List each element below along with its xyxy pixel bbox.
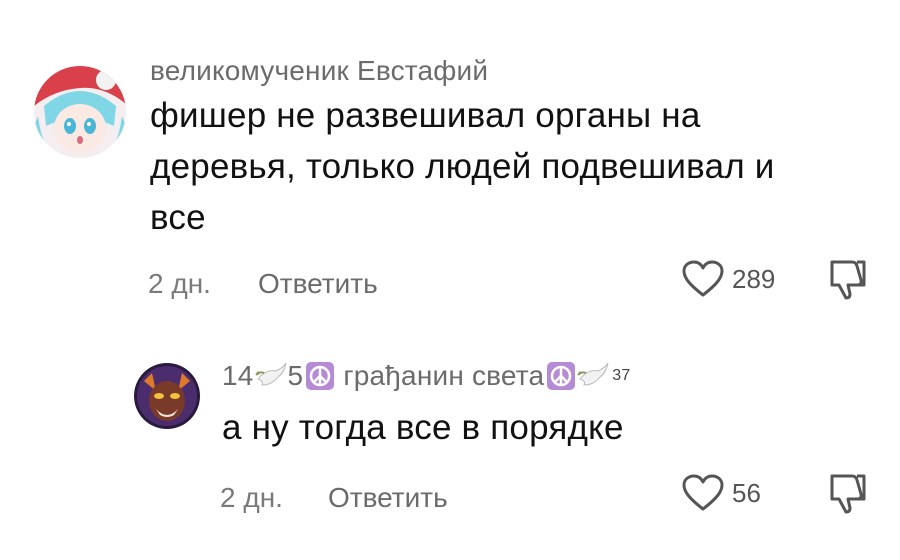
avatar[interactable] (34, 66, 126, 158)
heart-outline-icon (682, 474, 724, 511)
comment-author[interactable]: великомученик Евстафий (150, 55, 488, 87)
like-button[interactable]: 289 (682, 260, 775, 298)
comment-text-line: деревья, только людей подвешивал и (150, 147, 775, 186)
thumbs-down-icon (830, 474, 866, 514)
author-name: грађанин света (343, 360, 545, 391)
dove-icon (254, 362, 287, 386)
reply-button[interactable]: Ответить (328, 482, 448, 514)
demon-avatar-image (134, 363, 200, 429)
like-button[interactable]: 56 (682, 474, 761, 512)
dislike-button[interactable] (828, 472, 868, 519)
author-superscript: 37 (612, 367, 631, 384)
thumbs-down-icon (830, 260, 866, 300)
author-prefix-number: 5 (287, 360, 304, 391)
comment-text-line: фишер не развешивал органы на (150, 96, 701, 135)
dove-icon (577, 362, 609, 386)
avatar[interactable] (134, 363, 200, 429)
comment-text: фишер не развешивал органы на деревья, т… (150, 90, 870, 243)
author-prefix-number: 14 (222, 360, 254, 391)
reply-timestamp: 2 дн. (220, 482, 283, 513)
peace-symbol-icon (547, 362, 576, 390)
like-count: 56 (732, 477, 761, 508)
dislike-button[interactable] (828, 258, 868, 305)
reply-button[interactable]: Ответить (258, 268, 378, 300)
anime-avatar-image (34, 66, 126, 158)
comment-text-line: все (150, 198, 206, 237)
peace-symbol-icon (306, 362, 335, 390)
reply-author[interactable]: 14 5 грађанин света 37 (222, 360, 630, 392)
comment-timestamp: 2 дн. (148, 268, 211, 299)
reply-text: а ну тогда все в порядке (222, 408, 624, 447)
like-count: 289 (732, 263, 776, 294)
heart-outline-icon (682, 260, 724, 297)
